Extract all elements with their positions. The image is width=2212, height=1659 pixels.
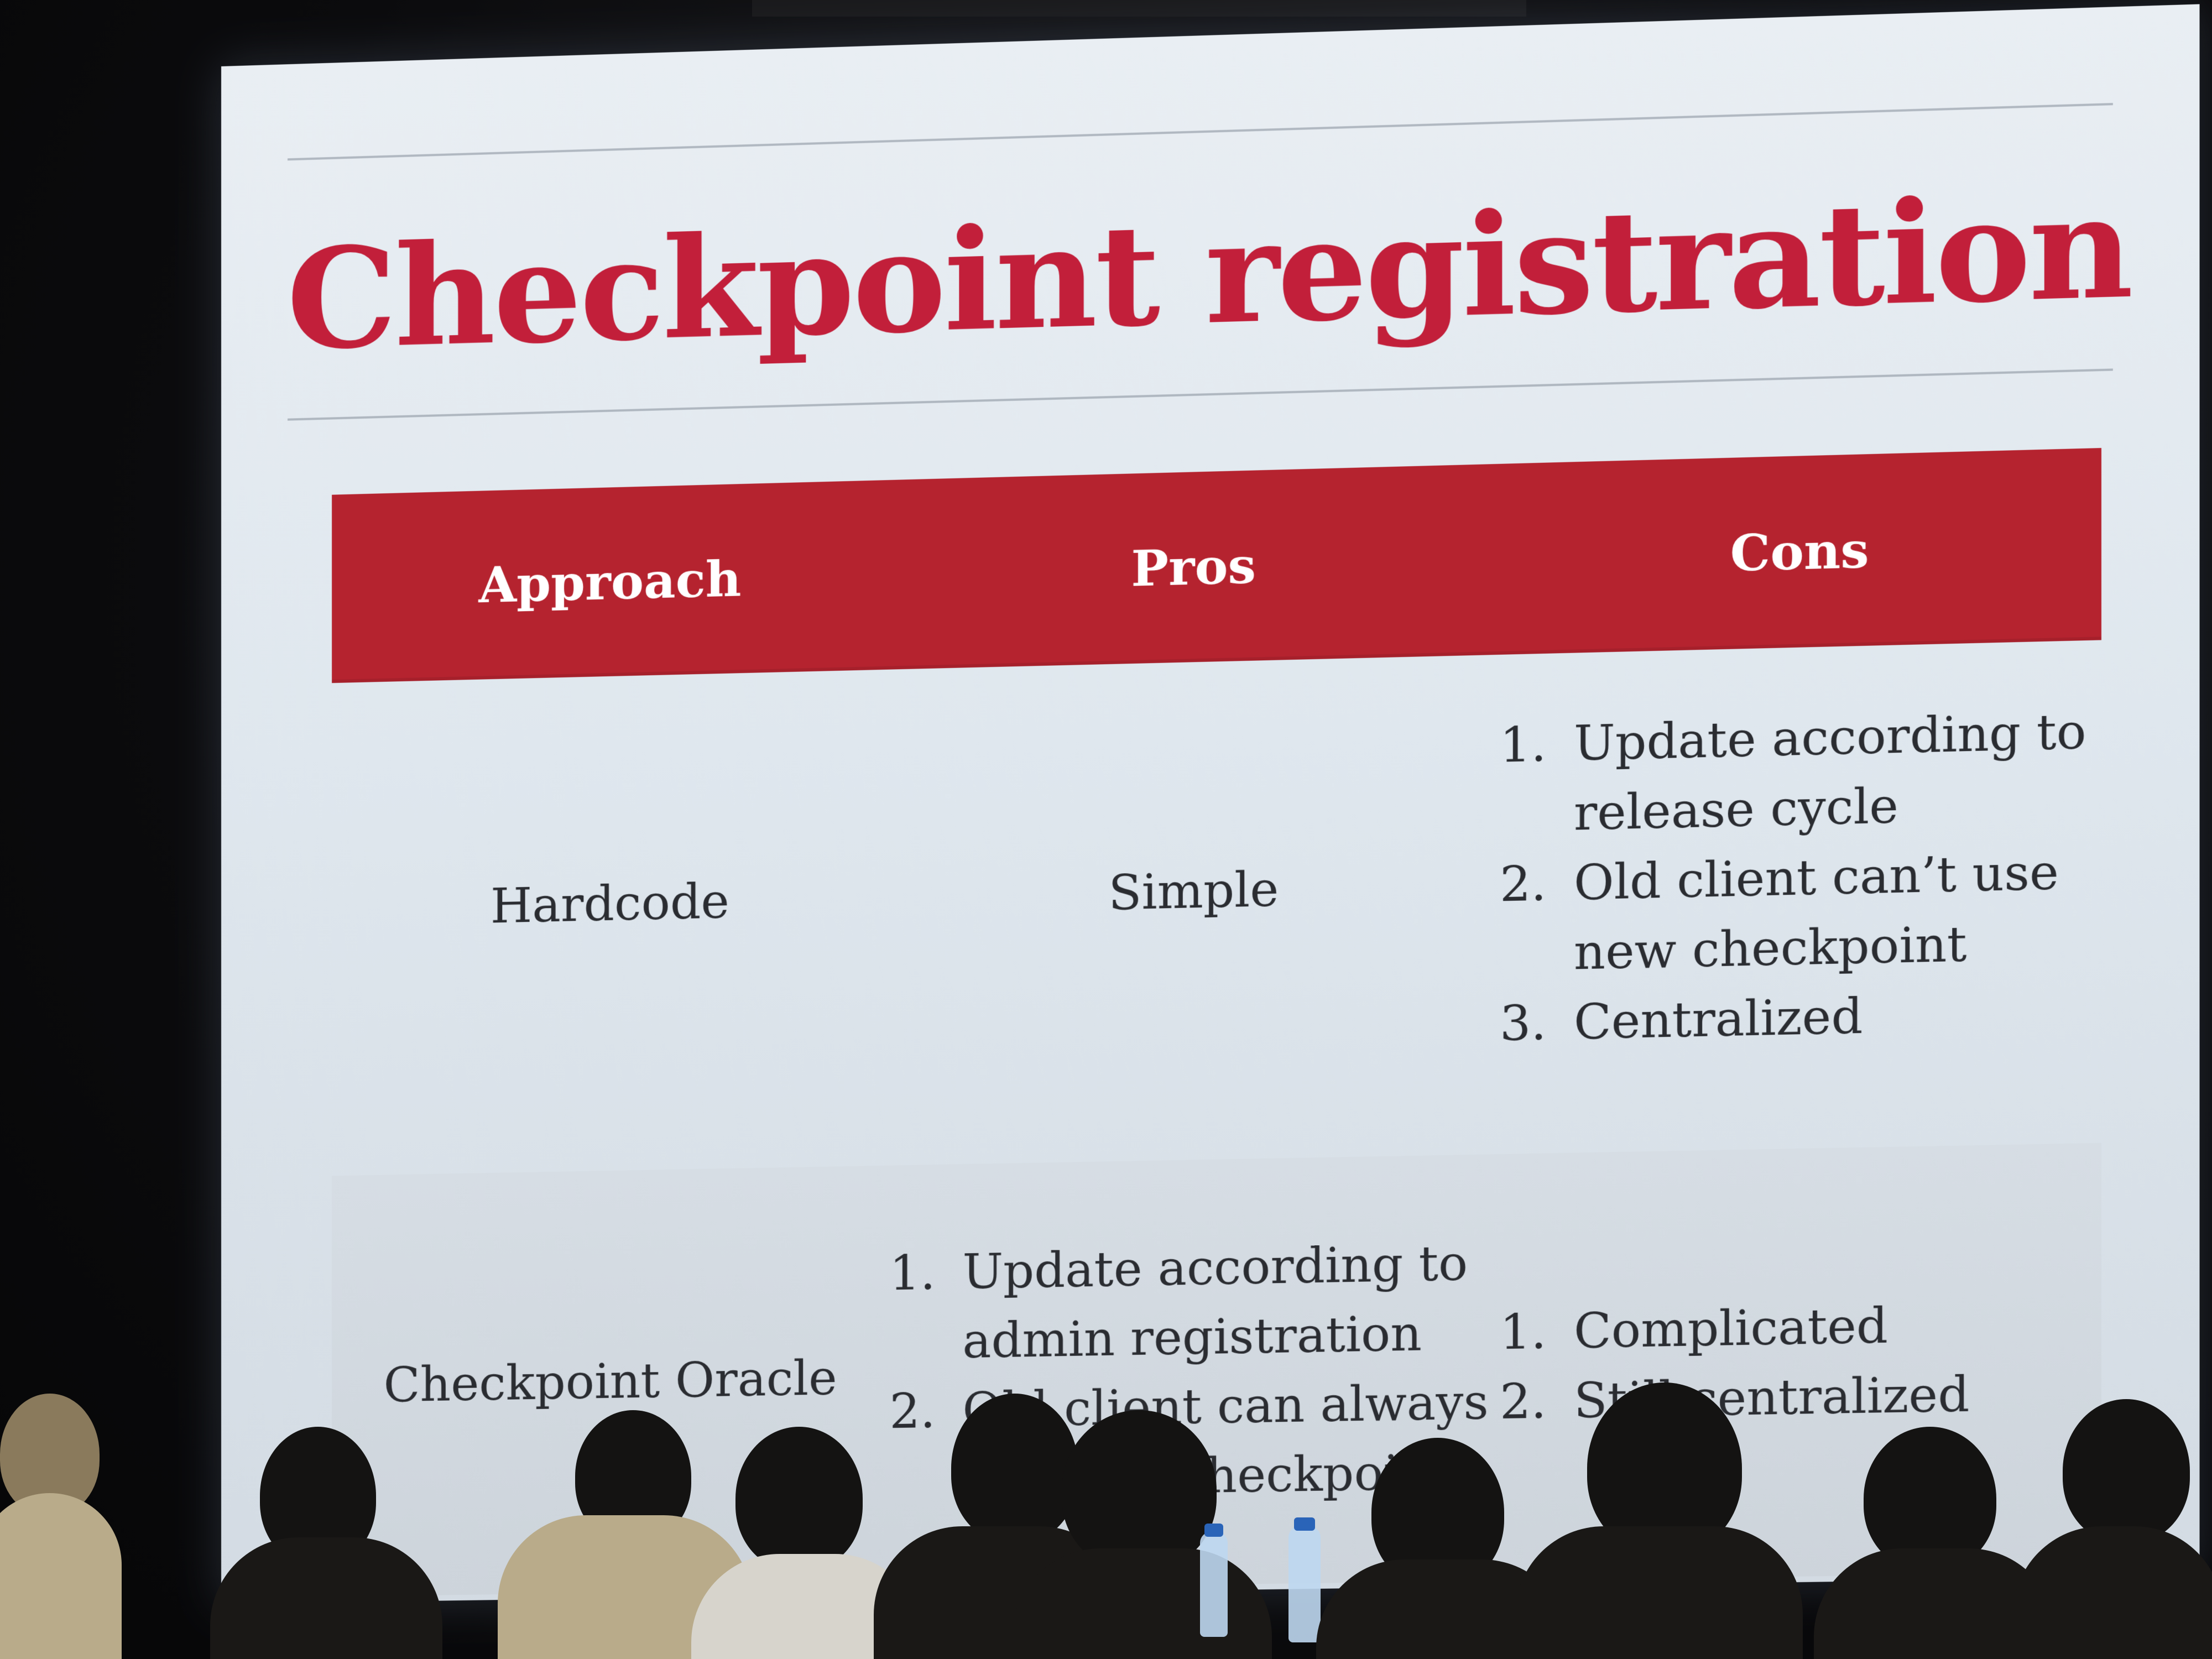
- audience-member: [1012, 1548, 1272, 1659]
- title-top-rule: [288, 103, 2113, 161]
- title-bottom-rule: [288, 368, 2113, 421]
- table-row: Hardcode Simple 1. Update according to re…: [332, 640, 2101, 1137]
- approach-cell: Hardcode: [490, 873, 729, 935]
- bottle-cap: [1294, 1517, 1315, 1531]
- audience-head: [735, 1427, 863, 1571]
- audience-head: [951, 1394, 1078, 1543]
- audience: [0, 1349, 2212, 1659]
- audience-member: [210, 1537, 442, 1659]
- header-approach: Approach: [478, 549, 742, 614]
- header-cons: Cons: [1730, 520, 1869, 583]
- pros-cell: Simple: [1108, 861, 1279, 921]
- audience-member: [1515, 1526, 1803, 1659]
- header-pros: Pros: [1131, 536, 1256, 598]
- audience-head: [1062, 1410, 1217, 1571]
- cons-list: 1. Update according to release cycle 2. Ol…: [1500, 697, 2101, 1059]
- bottle-cap: [1204, 1524, 1223, 1537]
- list-item: 2. Old client can’t use new checkpoint: [1500, 844, 2059, 981]
- audience-head: [2063, 1399, 2190, 1543]
- slide-title: Checkpoint registration: [286, 163, 2131, 381]
- ceiling-fixture: [752, 0, 1526, 17]
- list-item: 3. Centralized: [1500, 988, 1863, 1052]
- audience-member: [0, 1493, 122, 1659]
- list-item: 1. Update according to release cycle: [1500, 703, 2086, 842]
- water-bottle: [1288, 1526, 1321, 1642]
- water-bottle: [1200, 1532, 1228, 1637]
- audience-member: [2013, 1526, 2212, 1659]
